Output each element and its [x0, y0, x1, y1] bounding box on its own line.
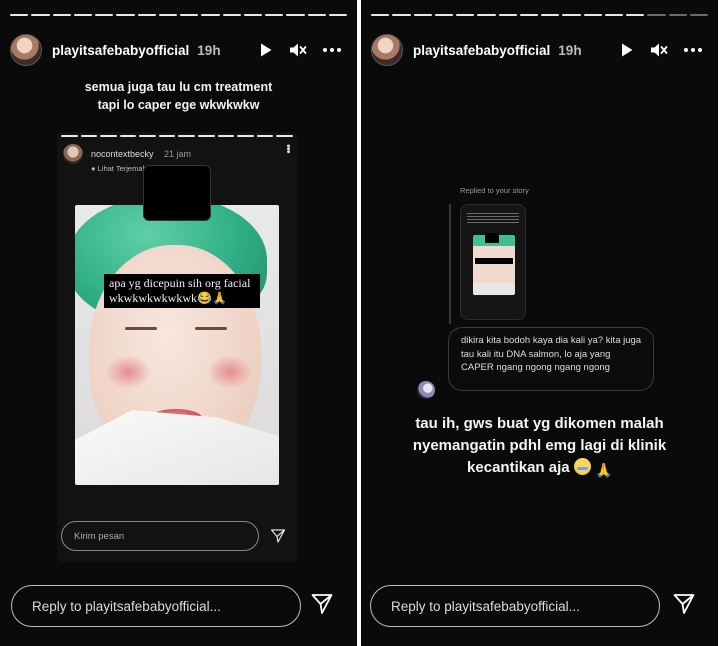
post-time: 19h	[558, 42, 582, 58]
embedded-send-icon	[270, 528, 286, 549]
story-caption: tau ih, gws buat yg dikomen malah nyeman…	[377, 413, 702, 479]
embedded-username: nocontextbecky	[91, 149, 154, 159]
caption-line: nyemangatin pdhl emg lagi di klinik	[412, 437, 667, 454]
mute-icon[interactable]	[650, 42, 668, 58]
username[interactable]: playitsafebabyofficial	[413, 43, 550, 58]
send-icon[interactable]	[672, 592, 696, 621]
more-icon[interactable]	[323, 48, 341, 52]
embedded-avatar	[63, 144, 83, 164]
replied-label: Replied to your story	[460, 186, 529, 195]
crying-emoji-icon	[573, 458, 591, 475]
story-panel-right[interactable]: playitsafebabyofficial 19h Replied to yo…	[361, 0, 718, 646]
mute-icon[interactable]	[289, 42, 307, 58]
caption-line: tau ih, gws buat yg dikomen malah	[415, 415, 664, 432]
post-time: 19h	[197, 42, 221, 58]
reply-thread-line	[449, 204, 451, 324]
dm-message-bubble: dikira kita bodoh kaya dia kali ya? kita…	[448, 327, 654, 391]
reply-input[interactable]: Reply to playitsafebabyofficial...	[11, 585, 301, 627]
story-caption: semua juga tau lu cm treatment tapi lo c…	[0, 78, 357, 114]
replied-story-thumbnail[interactable]	[460, 204, 526, 320]
praying-hands-icon: 🙏	[594, 462, 613, 478]
embedded-progress-bar	[61, 135, 293, 137]
avatar[interactable]	[371, 34, 403, 66]
embedded-time: 21 jam	[164, 149, 192, 159]
story-panel-left[interactable]: playitsafebabyofficial 19h semua juga ta…	[0, 0, 357, 646]
story-header: playitsafebabyofficial 19h	[371, 32, 708, 68]
overlay-line: apa yg dicepuin sih org facial	[109, 276, 251, 290]
story-progress-bar	[10, 14, 347, 16]
facial-photo	[75, 205, 279, 485]
story-progress-bar	[371, 14, 708, 16]
send-icon[interactable]	[310, 592, 334, 621]
caption-line: tapi lo caper ege wkwkwkw	[97, 98, 260, 112]
overlay-text: apa yg dicepuin sih org facial wkwkwkwkw…	[104, 274, 260, 308]
embedded-more-icon: •••	[282, 144, 294, 153]
story-header: playitsafebabyofficial 19h	[10, 32, 347, 68]
overlay-line: wkwkwkwkwkwk😂🙏	[109, 291, 227, 305]
reply-input[interactable]: Reply to playitsafebabyofficial...	[370, 585, 660, 627]
redaction-box	[143, 165, 211, 221]
play-icon[interactable]	[620, 42, 634, 58]
play-icon[interactable]	[259, 42, 273, 58]
caption-line: semua juga tau lu cm treatment	[84, 80, 273, 94]
sender-avatar	[417, 381, 435, 399]
username[interactable]: playitsafebabyofficial	[52, 43, 189, 58]
avatar[interactable]	[10, 34, 42, 66]
embedded-reply-input: Kirim pesan	[61, 521, 259, 551]
more-icon[interactable]	[684, 48, 702, 52]
caption-line: kecantikan aja 🙏	[467, 458, 613, 478]
